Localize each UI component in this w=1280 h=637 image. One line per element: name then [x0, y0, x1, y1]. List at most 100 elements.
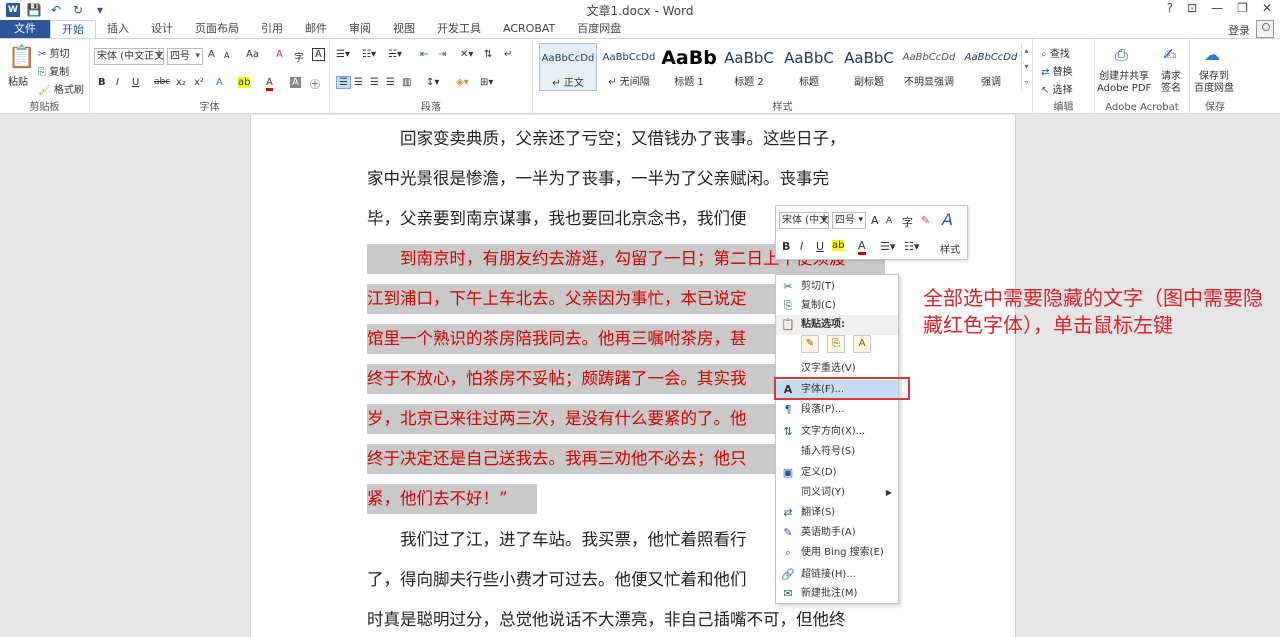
request-sign-button[interactable]: 请求 签名: [1161, 71, 1181, 95]
save-icon[interactable]: 💾: [26, 3, 42, 17]
shading-icon[interactable]: ◈▾: [456, 77, 469, 88]
mini-numbering-icon[interactable]: ☷▾: [904, 240, 919, 253]
style-emphasis[interactable]: AaBbCcDd 强调: [961, 43, 1021, 91]
change-case-button[interactable]: Aa: [246, 49, 259, 60]
grow-font-button[interactable]: A: [208, 49, 215, 60]
italic-button[interactable]: I: [116, 77, 119, 88]
menu-item-reconvert[interactable]: 汉字重选(V): [776, 359, 898, 379]
chinese-layout-icon[interactable]: ✕▾: [460, 49, 473, 60]
document-page[interactable]: 回家变卖典质，父亲还了亏空；又借钱办了丧事。这些日子， 家中光景很是惨澹，一半为…: [250, 115, 1016, 637]
save-baidu-button[interactable]: 保存到 百度网盘: [1194, 71, 1234, 95]
tab-developer[interactable]: 开发工具: [426, 20, 492, 38]
char-border-button[interactable]: A: [312, 48, 325, 61]
menu-item-define[interactable]: ▣ 定义(D): [776, 463, 898, 483]
paste-keep-format-icon[interactable]: ✎: [801, 335, 819, 353]
create-pdf-button[interactable]: 创建并共享 Adobe PDF: [1097, 71, 1151, 95]
line-spacing-icon[interactable]: ↕▾: [426, 77, 439, 88]
menu-item-new-comment[interactable]: ✉ 新建批注(M): [776, 584, 898, 604]
highlight-button[interactable]: ab: [238, 77, 251, 88]
mini-phonetic-button[interactable]: 字: [902, 214, 913, 230]
mini-italic-button[interactable]: I: [800, 240, 803, 253]
avatar[interactable]: [1256, 20, 1274, 38]
mini-font-color-button[interactable]: A: [858, 239, 866, 255]
restore-button[interactable]: ❐: [1237, 1, 1248, 15]
enclose-char-button[interactable]: ㊉: [310, 76, 320, 91]
font-color-button[interactable]: A: [266, 77, 273, 91]
mini-shrink-font-button[interactable]: A: [886, 216, 892, 226]
strikethrough-button[interactable]: abc: [154, 77, 170, 87]
align-right-icon[interactable]: ☰: [370, 77, 379, 88]
tab-layout[interactable]: 页面布局: [184, 20, 250, 38]
find-button[interactable]: ⌕ 查找: [1041, 45, 1070, 60]
styles-gallery-scroll[interactable]: ▴ ▾ ▿: [1021, 43, 1031, 91]
increase-indent-icon[interactable]: ⇥: [438, 49, 446, 60]
clear-format-button[interactable]: A: [276, 49, 283, 60]
login-link[interactable]: 登录: [1228, 22, 1250, 38]
style-subtitle[interactable]: AaBbC 副标题: [841, 43, 897, 91]
tab-references[interactable]: 引用: [250, 20, 294, 38]
undo-icon[interactable]: ↶: [48, 3, 64, 17]
mini-grow-font-button[interactable]: A: [871, 214, 879, 227]
menu-item-translate[interactable]: ⇄ 翻译(S): [776, 503, 898, 523]
close-button[interactable]: ✕: [1262, 1, 1272, 15]
font-name-select[interactable]: 宋体 (中文正文): [94, 48, 164, 65]
qat-customize-icon[interactable]: ▾: [92, 3, 108, 17]
shrink-font-button[interactable]: A: [224, 51, 229, 60]
style-subtle-emphasis[interactable]: AaBbCcDd 不明显强调: [899, 43, 959, 91]
phonetic-button[interactable]: 字: [294, 49, 304, 64]
paste-button[interactable]: 粘贴: [8, 73, 28, 88]
subscript-button[interactable]: x₂: [176, 77, 186, 88]
tab-mailings[interactable]: 邮件: [294, 20, 338, 38]
menu-item-hyperlink[interactable]: 🔗 超链接(H)...: [776, 565, 898, 585]
bold-button[interactable]: B: [98, 77, 106, 88]
mini-highlight-button[interactable]: ab: [832, 240, 845, 251]
tab-review[interactable]: 审阅: [338, 20, 382, 38]
cut-button[interactable]: ✂ 剪切: [38, 45, 70, 60]
menu-item-synonyms[interactable]: 同义词(Y) ▶: [776, 483, 898, 503]
format-painter-button[interactable]: 🖌 格式刷: [38, 81, 84, 96]
menu-item-cut[interactable]: ✂ 剪切(T): [776, 277, 898, 297]
mini-styles-icon[interactable]: A: [942, 210, 953, 229]
menu-item-text-direction[interactable]: ⇅ 文字方向(X)...: [776, 422, 898, 442]
redo-icon[interactable]: ↻: [70, 3, 86, 17]
font-size-select[interactable]: 四号: [167, 48, 203, 65]
menu-item-insert-symbol[interactable]: 插入符号(S): [776, 442, 898, 462]
sort-icon[interactable]: ⇅: [484, 49, 492, 60]
mini-styles-label[interactable]: 样式: [940, 241, 960, 256]
decrease-indent-icon[interactable]: ⇤: [420, 49, 428, 60]
menu-item-copy[interactable]: ⎘ 复制(C): [776, 296, 898, 316]
mini-size-select[interactable]: 四号: [832, 212, 866, 229]
multilevel-list-icon[interactable]: ☵▾: [388, 49, 402, 60]
justify-icon[interactable]: ☰: [386, 77, 395, 88]
align-left-icon[interactable]: ☰: [336, 76, 351, 89]
copy-button[interactable]: ⎘ 复制: [38, 63, 69, 78]
show-marks-icon[interactable]: ↵: [504, 49, 512, 60]
style-no-spacing[interactable]: AaBbCcDd ↵ 无间隔: [599, 43, 659, 91]
select-button[interactable]: ↖ 选择: [1041, 81, 1073, 96]
borders-icon[interactable]: ⊞▾: [480, 77, 493, 88]
replace-button[interactable]: ⇄ 替换: [1041, 63, 1073, 78]
tab-acrobat[interactable]: ACROBAT: [492, 20, 566, 38]
mini-bullets-icon[interactable]: ☰▾: [880, 240, 895, 253]
ribbon-display-icon[interactable]: ⊡: [1187, 1, 1197, 15]
char-shading-button[interactable]: A: [290, 77, 301, 88]
mini-bold-button[interactable]: B: [782, 240, 790, 253]
menu-item-paragraph[interactable]: ¶ 段落(P)...: [776, 400, 898, 420]
tab-view[interactable]: 视图: [382, 20, 426, 38]
style-heading-1[interactable]: AaBb 标题 1: [661, 43, 717, 91]
tab-home[interactable]: 开始: [50, 20, 96, 38]
distribute-icon[interactable]: ▥: [402, 77, 411, 88]
tab-design[interactable]: 设计: [140, 20, 184, 38]
paste-icon[interactable]: 📋: [8, 45, 35, 70]
mini-clear-format-icon[interactable]: ✎: [921, 214, 930, 227]
bullets-icon[interactable]: ☰▾: [336, 49, 350, 60]
tab-insert[interactable]: 插入: [96, 20, 140, 38]
menu-item-english-assistant[interactable]: ✎ 英语助手(A): [776, 523, 898, 543]
mini-font-select[interactable]: 宋体 (中文): [779, 212, 829, 229]
style-normal[interactable]: AaBbCcDd ↵ 正文: [539, 43, 597, 91]
mini-underline-button[interactable]: U: [816, 240, 824, 253]
style-title[interactable]: AaBbC 标题: [781, 43, 837, 91]
tab-file[interactable]: 文件: [0, 20, 50, 38]
paste-merge-format-icon[interactable]: ⎘: [827, 335, 845, 353]
underline-button[interactable]: U: [132, 77, 139, 88]
